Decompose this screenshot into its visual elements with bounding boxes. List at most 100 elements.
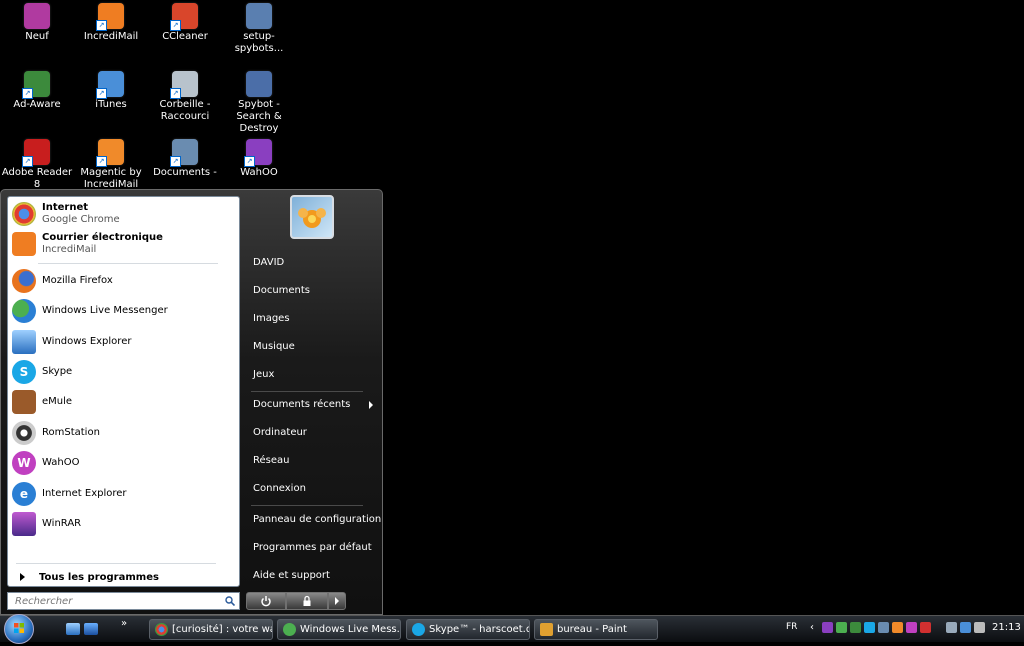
- desktop-icon-spybot[interactable]: Spybot - Search & Destroy: [222, 71, 296, 135]
- right-item-control-panel[interactable]: Panneau de configuration: [253, 514, 381, 525]
- right-item-computer[interactable]: Ordinateur: [253, 427, 307, 438]
- quick-launch-overflow-icon[interactable]: »: [121, 618, 127, 629]
- right-item-network[interactable]: Réseau: [253, 455, 289, 466]
- program-item-winrar[interactable]: WinRAR: [12, 510, 236, 538]
- right-item-default-programs[interactable]: Programmes par défaut: [253, 542, 372, 553]
- messenger-tray-icon[interactable]: [836, 622, 847, 633]
- desktop-icon-itunes[interactable]: ↗ iTunes: [74, 71, 148, 111]
- program-item-skype[interactable]: S Skype: [12, 358, 236, 386]
- wahoo-icon: ↗: [244, 139, 272, 167]
- right-item-documents[interactable]: Documents: [253, 285, 310, 296]
- program-label: eMule: [42, 396, 73, 407]
- pinned-item-email[interactable]: Courrier électronique IncrediMail: [12, 230, 236, 258]
- taskbar-button-messenger[interactable]: Windows Live Mess...: [277, 619, 401, 640]
- taskbar-button-chrome[interactable]: [curiosité] : votre wa...: [149, 619, 273, 640]
- language-indicator[interactable]: FR: [786, 622, 797, 632]
- installer-icon: [246, 3, 272, 29]
- program-item-firefox[interactable]: Mozilla Firefox: [12, 267, 236, 295]
- wahoo-tray-icon[interactable]: [822, 622, 833, 633]
- all-programs-button[interactable]: Tous les programmes: [12, 569, 236, 585]
- program-item-emule[interactable]: eMule: [12, 388, 236, 416]
- start-button[interactable]: [4, 614, 34, 644]
- alert-tray-icon[interactable]: [920, 622, 931, 633]
- lock-button[interactable]: [286, 592, 328, 610]
- desktop-icon-label: Neuf: [25, 31, 49, 42]
- power-button[interactable]: [246, 592, 286, 610]
- desktop-icon-setup-spybots[interactable]: setup-spybots...: [222, 3, 296, 55]
- incredimail-tray-icon[interactable]: [892, 622, 903, 633]
- search-input[interactable]: [13, 594, 212, 608]
- itunes-icon: ↗: [96, 71, 124, 99]
- emule-icon: [12, 390, 36, 414]
- arrow-right-icon: [369, 401, 373, 409]
- all-programs-label: Tous les programmes: [39, 571, 159, 583]
- program-label: WinRAR: [42, 518, 82, 529]
- network-tray-icon[interactable]: [878, 622, 889, 633]
- clock[interactable]: 21:13: [992, 622, 1021, 633]
- arrow-right-icon: [20, 573, 25, 581]
- all-programs-separator: [16, 563, 216, 564]
- volume-tray-icon[interactable]: [974, 622, 985, 633]
- ad-aware-icon: ↗: [22, 71, 50, 99]
- chrome-icon: [12, 202, 36, 226]
- program-label: Skype: [42, 366, 73, 377]
- flower-icon: [298, 208, 326, 228]
- power-buttons: [246, 592, 346, 610]
- arrow-right-icon: [335, 597, 339, 605]
- right-item-music[interactable]: Musique: [253, 341, 295, 352]
- connection-tray-icon[interactable]: [960, 622, 971, 633]
- antivirus-tray-icon[interactable]: [850, 622, 861, 633]
- windows-explorer-icon: [12, 330, 36, 354]
- right-item-user[interactable]: DAVID: [253, 257, 284, 268]
- desktop-icon-ad-aware[interactable]: ↗ Ad-Aware: [0, 71, 74, 111]
- taskbar-button-label: Skype™ - harscoet.q...: [429, 624, 529, 635]
- desktop-icon-incredimail[interactable]: ↗ IncrediMail: [74, 3, 148, 43]
- internet-explorer-icon: e: [12, 482, 36, 506]
- program-label: Internet Explorer: [42, 488, 127, 499]
- search-icon[interactable]: [225, 596, 235, 606]
- app-tray-icon[interactable]: [906, 622, 917, 633]
- program-item-romstation[interactable]: RomStation: [12, 419, 236, 447]
- pinned-subtitle: IncrediMail: [42, 244, 97, 255]
- user-avatar[interactable]: [290, 195, 334, 239]
- chrome-icon: [155, 623, 168, 636]
- program-item-wahoo[interactable]: W WahOO: [12, 449, 236, 477]
- safely-remove-tray-icon[interactable]: [946, 622, 957, 633]
- pinned-item-internet[interactable]: Internet Google Chrome: [12, 200, 236, 228]
- program-item-ie[interactable]: e Internet Explorer: [12, 480, 236, 508]
- desktop-icon-documents[interactable]: ↗ Documents -: [148, 139, 222, 179]
- chevron-left-icon[interactable]: ‹: [810, 622, 814, 633]
- incredimail-icon: ↗: [96, 3, 124, 31]
- power-options-button[interactable]: [328, 592, 346, 610]
- show-desktop-icon[interactable]: [66, 623, 80, 635]
- right-item-games[interactable]: Jeux: [253, 369, 274, 380]
- program-item-messenger[interactable]: Windows Live Messenger: [12, 297, 236, 325]
- program-item-explorer[interactable]: Windows Explorer: [12, 328, 236, 356]
- taskbar: » [curiosité] : votre wa... Windows Live…: [0, 614, 1024, 644]
- desktop-icon-magentic[interactable]: ↗ Magentic by IncrediMail: [74, 139, 148, 191]
- right-separator: [251, 505, 363, 506]
- desktop-icon-adobe-reader[interactable]: ↗ Adobe Reader 8: [0, 139, 74, 191]
- right-item-images[interactable]: Images: [253, 313, 290, 324]
- right-item-help[interactable]: Aide et support: [253, 570, 330, 581]
- lock-icon: [303, 595, 311, 606]
- recycle-bin-icon: ↗: [170, 71, 198, 99]
- desktop-icon-label: Adobe Reader 8: [1, 167, 73, 190]
- power-icon: [261, 596, 271, 607]
- right-item-recent-documents[interactable]: Documents récents: [253, 399, 350, 410]
- right-item-connect[interactable]: Connexion: [253, 483, 306, 494]
- desktop-icon-wahoo[interactable]: ↗ WahOO: [222, 139, 296, 179]
- taskbar-button-label: [curiosité] : votre wa...: [172, 624, 272, 635]
- start-search-box[interactable]: [7, 592, 240, 610]
- skype-tray-icon[interactable]: [864, 622, 875, 633]
- desktop-icon-neuf[interactable]: Neuf: [0, 3, 74, 43]
- start-menu: Internet Google Chrome Courrier électroni…: [0, 189, 383, 615]
- desktop-icon-corbeille[interactable]: ↗ Corbeille - Raccourci: [148, 71, 222, 123]
- taskbar-button-paint[interactable]: bureau - Paint: [534, 619, 658, 640]
- desktop-icon-ccleaner[interactable]: ↗ CCleaner: [148, 3, 222, 43]
- taskbar-button-skype[interactable]: Skype™ - harscoet.q...: [406, 619, 530, 640]
- pinned-title: Courrier électronique: [42, 232, 163, 243]
- switch-windows-icon[interactable]: [84, 623, 98, 635]
- romstation-icon: [12, 421, 36, 445]
- pinned-title: Internet: [42, 202, 89, 213]
